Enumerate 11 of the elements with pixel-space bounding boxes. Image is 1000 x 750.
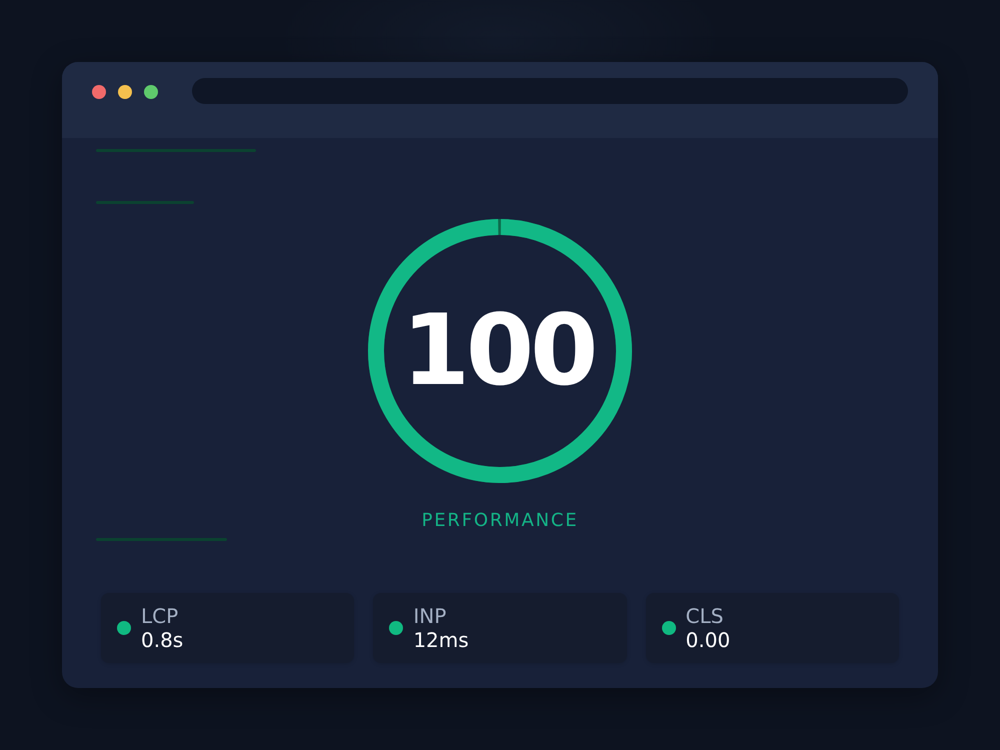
metric-value: 12ms — [413, 628, 469, 652]
metric-value: 0.8s — [141, 628, 184, 652]
close-icon[interactable] — [92, 85, 106, 99]
score-label: PERFORMANCE — [422, 510, 578, 532]
metric-name: LCP — [141, 604, 178, 628]
metric-name: INP — [413, 604, 446, 628]
metric-value: 0.00 — [686, 628, 730, 652]
minimize-icon[interactable] — [118, 85, 132, 99]
metric-name: CLS — [686, 604, 724, 628]
score-value: 100 — [402, 302, 596, 400]
maximize-icon[interactable] — [144, 85, 158, 99]
